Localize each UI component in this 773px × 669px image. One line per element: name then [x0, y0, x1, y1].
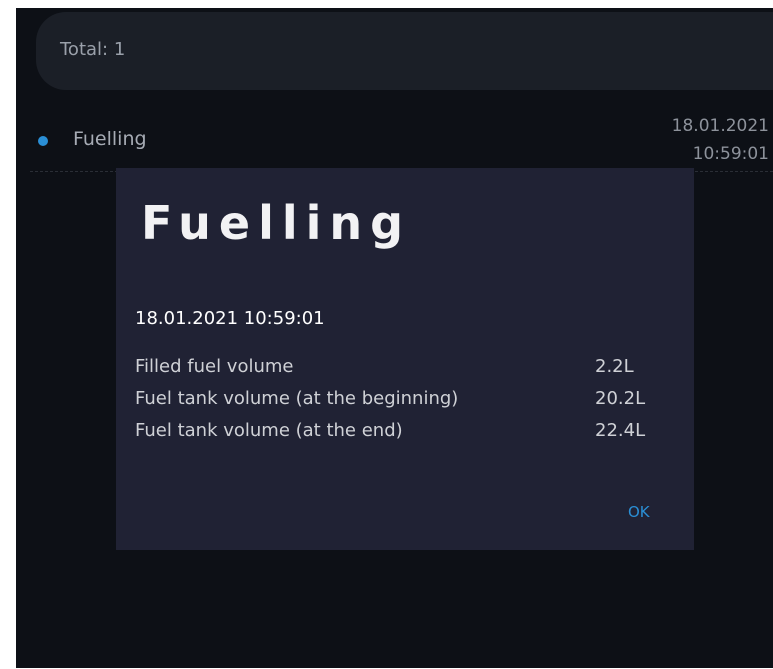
- detail-label: Fuel tank volume (at the end): [135, 420, 403, 441]
- list-item-timestamp: 18.01.2021 10:59:01: [639, 112, 769, 168]
- dialog-title: Fuelling: [141, 196, 412, 250]
- dialog-details: Filled fuel volume 2.2L Fuel tank volume…: [135, 356, 675, 452]
- dialog-datetime: 18.01.2021 10:59:01: [135, 308, 325, 329]
- detail-label: Filled fuel volume: [135, 356, 294, 377]
- ok-button[interactable]: OK: [628, 503, 650, 521]
- list-item-date: 18.01.2021: [671, 116, 769, 136]
- fuelling-dialog: Fuelling 18.01.2021 10:59:01 Filled fuel…: [116, 168, 694, 550]
- detail-label: Fuel tank volume (at the beginning): [135, 388, 459, 409]
- list-item-time: 10:59:01: [692, 144, 769, 164]
- list-item[interactable]: Fuelling 18.01.2021 10:59:01: [30, 106, 773, 172]
- detail-row-filled-volume: Filled fuel volume 2.2L: [135, 356, 675, 388]
- detail-row-tank-end: Fuel tank volume (at the end) 22.4L: [135, 420, 675, 452]
- status-dot-icon: [38, 136, 48, 146]
- detail-value: 22.4L: [595, 420, 646, 441]
- app-screen: Total: 1 Fuelling 18.01.2021 10:59:01 Fu…: [16, 8, 773, 668]
- total-summary-bar: Total: 1: [36, 12, 773, 90]
- total-count: Total: 1: [60, 39, 126, 60]
- detail-value: 20.2L: [595, 388, 646, 409]
- detail-row-tank-start: Fuel tank volume (at the beginning) 20.2…: [135, 388, 675, 420]
- list-item-title: Fuelling: [73, 128, 147, 150]
- detail-value: 2.2L: [595, 356, 634, 377]
